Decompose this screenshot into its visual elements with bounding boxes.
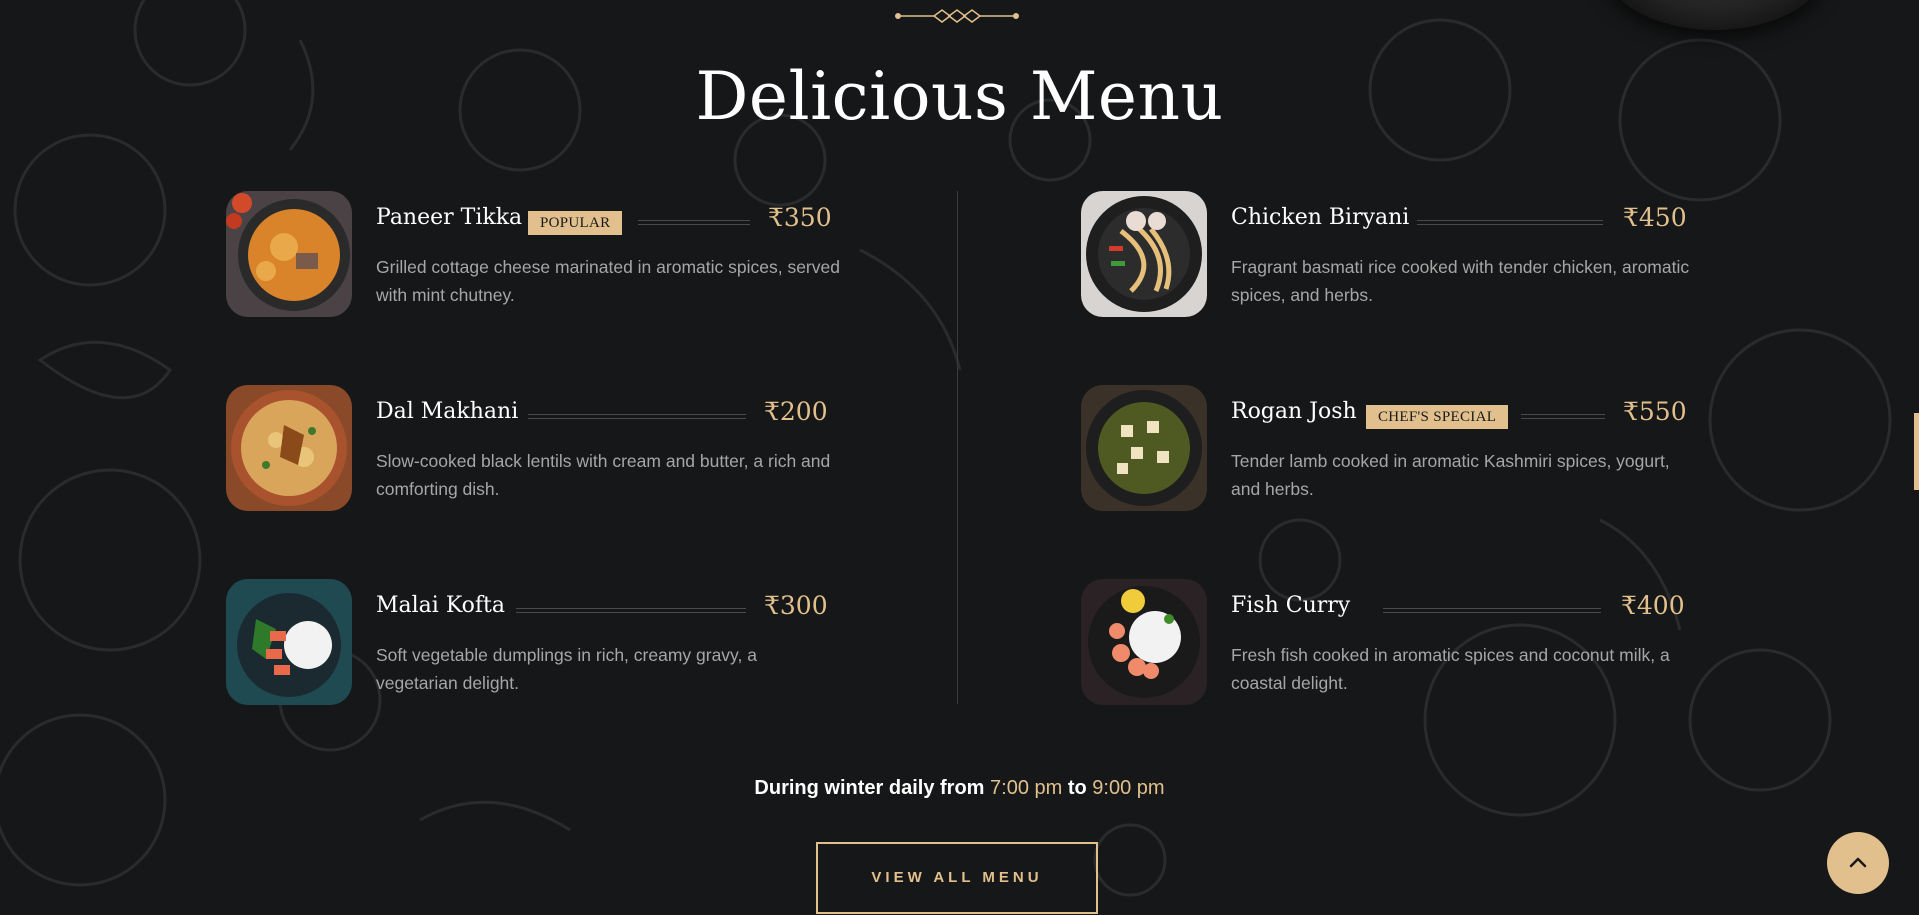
palak-paneer-image: [1081, 385, 1207, 511]
menu-item-description: Soft vegetable dumplings in rich, creamy…: [376, 645, 757, 693]
menu-item-description: Tender lamb cooked in aromatic Kashmiri …: [1231, 451, 1670, 499]
menu-item-name: Paneer Tikka: [376, 205, 523, 230]
menu-item-dal-makhani[interactable]: Dal Makhani ₹200 Slow-cooked black lenti…: [226, 385, 846, 515]
chefs-special-badge: CHEF'S SPECIAL: [1366, 405, 1509, 429]
curry-bowl-image: [226, 191, 352, 317]
menu-item-price: ₹200: [764, 397, 828, 426]
scroll-to-top-button[interactable]: [1827, 832, 1889, 894]
menu-item-description: Fresh fish cooked in aromatic spices and…: [1231, 645, 1670, 693]
column-divider: [957, 191, 958, 704]
dotted-leader-line: [1383, 608, 1601, 613]
menu-item-description: Grilled cottage cheese marinated in arom…: [376, 257, 840, 305]
hours-prefix: During winter daily from: [754, 777, 985, 799]
dotted-leader-line: [1521, 414, 1605, 419]
menu-item-rogan-josh[interactable]: Rogan Josh CHEF'S SPECIAL ₹550 Tender la…: [1081, 385, 1701, 515]
dotted-leader-line: [516, 608, 746, 613]
menu-item-name: Rogan Josh: [1231, 399, 1357, 424]
hours-start: 7:00 pm: [990, 777, 1063, 799]
menu-item-price: ₹400: [1621, 591, 1685, 620]
menu-item-malai-kofta[interactable]: Malai Kofta ₹300 Soft vegetable dumpling…: [226, 579, 846, 709]
decorative-dish-image: [1600, 0, 1830, 30]
dotted-leader-line: [528, 414, 746, 419]
hours-joiner: to: [1067, 777, 1087, 799]
menu-item-price: ₹550: [1623, 397, 1687, 426]
chevron-up-icon: [1849, 857, 1867, 868]
menu-item-price: ₹350: [768, 203, 832, 232]
title-ornament-icon: [895, 9, 1019, 23]
hours-end: 9:00 pm: [1092, 777, 1165, 799]
popular-badge: POPULAR: [528, 211, 623, 235]
menu-item-price: ₹300: [764, 591, 828, 620]
menu-item-description: Fragrant basmati rice cooked with tender…: [1231, 257, 1690, 305]
dotted-leader-line: [638, 220, 750, 225]
side-panel-tab[interactable]: [1914, 413, 1919, 490]
salmon-rice-bowl-image: [226, 579, 352, 705]
menu-item-name: Malai Kofta: [376, 593, 506, 618]
menu-item-description: Slow-cooked black lentils with cream and…: [376, 451, 831, 499]
shrimp-rice-plate-image: [1081, 579, 1207, 705]
opening-hours: During winter daily from 7:00 pm to 9:00…: [0, 777, 1919, 800]
menu-item-price: ₹450: [1623, 203, 1687, 232]
dotted-leader-line: [1417, 220, 1603, 225]
section-title: Delicious Menu: [695, 58, 1224, 135]
view-all-menu-button[interactable]: VIEW ALL MENU: [816, 842, 1098, 914]
menu-item-name: Dal Makhani: [376, 399, 519, 424]
noodle-wok-image: [1081, 191, 1207, 317]
menu-item-fish-curry[interactable]: Fish Curry ₹400 Fresh fish cooked in aro…: [1081, 579, 1701, 709]
menu-item-name: Fish Curry: [1231, 593, 1351, 618]
menu-item-chicken-biryani[interactable]: Chicken Biryani ₹450 Fragrant basmati ri…: [1081, 191, 1701, 321]
menu-item-paneer-tikka[interactable]: Paneer Tikka POPULAR ₹350 Grilled cottag…: [226, 191, 846, 321]
biryani-pot-image: [226, 385, 352, 511]
menu-item-name: Chicken Biryani: [1231, 205, 1410, 230]
